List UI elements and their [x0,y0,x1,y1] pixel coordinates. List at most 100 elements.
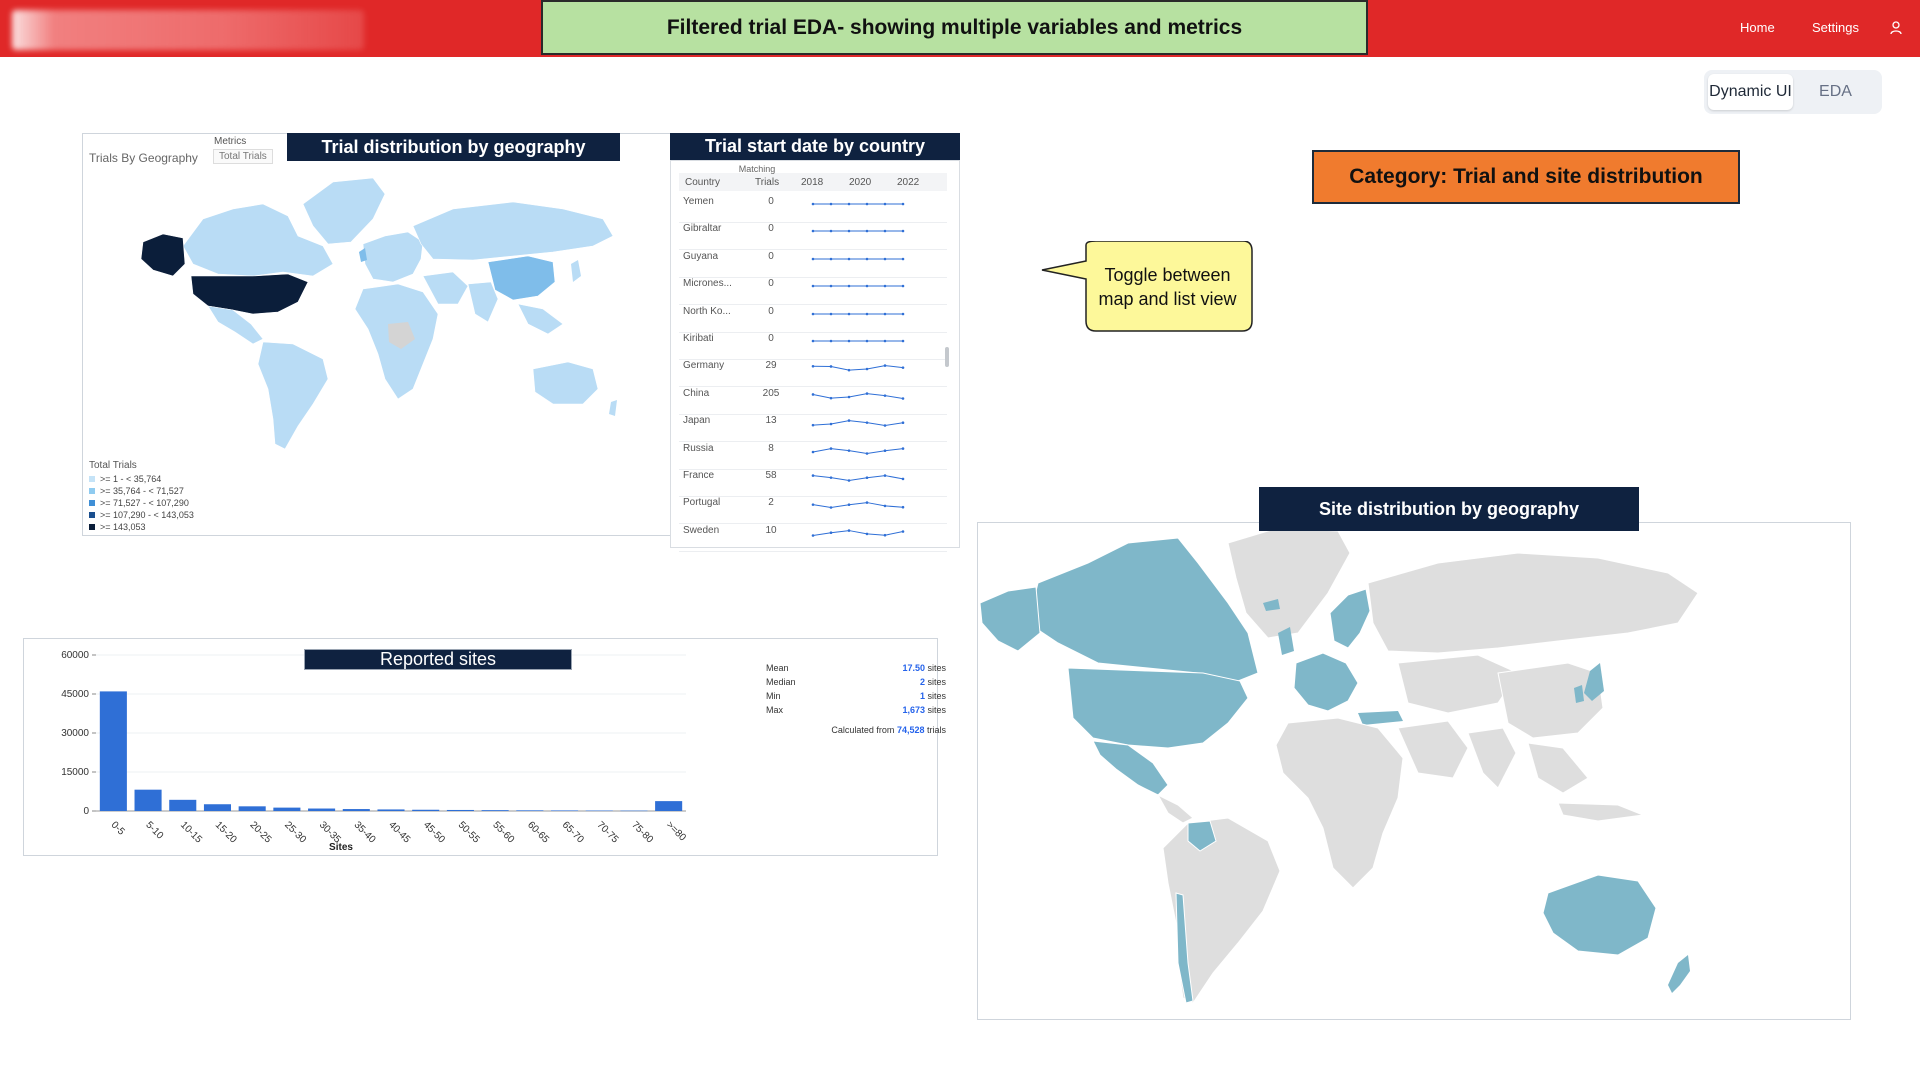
sparkline-point [847,369,851,372]
x-tick-label: 0-5 [109,820,127,838]
sparkline-point [901,530,905,533]
sparkline-point [847,479,851,482]
toggle-eda[interactable]: EDA [1793,74,1878,110]
sparkline-point [865,312,869,315]
x-tick-label: 5-10 [143,820,165,842]
stat-mean-unit: sites [927,663,946,673]
bar [620,810,648,812]
x-tick-label: 65-70 [560,820,586,846]
map-new-zealand [609,400,617,416]
map-russia [1367,552,1699,654]
sparkline [811,529,905,537]
sparkline-point [901,396,905,400]
table-row[interactable]: Sweden 10 [679,525,947,552]
sparkline-point [883,339,887,343]
sparkline-line [812,420,904,427]
bar [481,810,509,811]
cell-country: Japan [683,415,711,427]
col-trials[interactable]: Trials [755,177,779,188]
bar [585,810,613,812]
sparkline-point [829,531,833,534]
y-tick-label: 60000 [61,650,89,661]
table-row[interactable]: Russia 8 [679,443,947,470]
sparkline-line [812,365,904,372]
cell-trials: 2 [768,497,774,509]
sparkline-point [883,394,887,397]
table-row[interactable]: Kiribati 0 [679,333,947,360]
site-geography-panel [977,522,1851,1020]
sparkline-point [829,396,833,400]
sparkline-point [865,451,869,455]
table-row[interactable]: China 205 [679,388,947,415]
cell-trials: 0 [768,250,774,262]
stat-min: Min 1 sites [766,691,946,705]
trial-world-map[interactable] [123,164,653,464]
map-central-america [1156,793,1194,824]
bar [342,809,370,811]
trial-geography-panel: Trials By Geography Metrics Total Trials [82,133,672,536]
stat-min-value: 1 [919,691,925,701]
sparkline-point [901,366,905,370]
cell-trials: 0 [768,196,774,207]
sparkline-point [829,422,833,426]
sparkline-point [901,477,905,481]
sparkline-point [883,424,887,427]
sparkline-point [811,450,815,453]
sparkline [811,501,905,510]
legend-item: >= 107,290 - < 143,053 [89,509,194,521]
table-row[interactable]: France 58 [679,470,947,497]
sparkline-point [901,202,905,206]
table-scrollbar[interactable] [945,347,949,367]
bar [446,809,474,811]
table-row[interactable]: North Ko... 0 [679,306,947,333]
sparkline-point [865,421,869,425]
sites-stats: Mean 17.50 sites Median 2 sites Min 1 sites… [766,663,946,735]
y-tick-label: 30000 [61,728,89,739]
cell-country: China [683,387,710,399]
category-label: Category: Trial and site distribution [1312,150,1740,204]
table-row[interactable]: Germany 29 [679,360,947,388]
geo-subtitle: Trials By Geography [89,151,198,165]
cell-trials: 10 [765,524,777,536]
sparkline-point [883,449,887,452]
stat-footnote: Calculated from 74,528 trials [766,725,946,735]
reported-sites-chart: 0 15000 30000 45000 60000 0-5 5-10 10-15 15-20 20… [61,650,688,853]
nav-settings-link[interactable]: Settings [1812,20,1859,35]
col-country[interactable]: Country [685,177,720,188]
table-row[interactable]: Guyana 0 [679,251,947,278]
site-world-map[interactable] [978,523,1851,1020]
nav-home-link[interactable]: Home [1740,20,1775,35]
cell-trials: 8 [768,442,774,454]
toggle-dynamic-ui[interactable]: Dynamic UI [1708,74,1793,110]
cell-country: Sweden [683,524,720,536]
table-row[interactable]: Micrones... 0 [679,278,947,306]
sparkline-point [847,312,851,315]
sparkline [811,419,905,427]
map-canada [1027,537,1259,684]
y-tick-label: 45000 [61,689,89,700]
cell-trials: 29 [765,360,777,372]
cell-country: North Ko... [683,305,731,317]
sparkline-point [829,312,833,315]
sparkline-point [811,202,815,206]
sparkline-point [883,533,887,537]
table-row[interactable]: Gibraltar 0 [679,223,947,251]
table-row[interactable]: Yemen 0 [679,196,947,223]
callout-text: Toggle between map and list view [1098,265,1237,309]
sparkline-point [883,202,887,206]
map-africa [1275,717,1404,889]
map-middle-east [1397,720,1469,779]
table-row[interactable]: Portugal 2 [679,497,947,525]
sparkline-point [901,312,905,315]
metrics-select[interactable]: Total Trials [213,149,273,164]
table-row[interactable]: Japan 13 [679,415,947,443]
stat-mean-label: Mean [766,663,789,673]
bar [273,807,301,811]
map-alaska [140,233,186,277]
metrics-label: Metrics [214,136,247,147]
map-alaska [979,586,1041,652]
app-logo[interactable] [12,10,364,50]
map-legend: Total Trials >= 1 - < 35,764 >= 35,764 -… [89,460,194,533]
user-icon[interactable] [1888,20,1904,36]
map-se-asia [1527,742,1589,794]
